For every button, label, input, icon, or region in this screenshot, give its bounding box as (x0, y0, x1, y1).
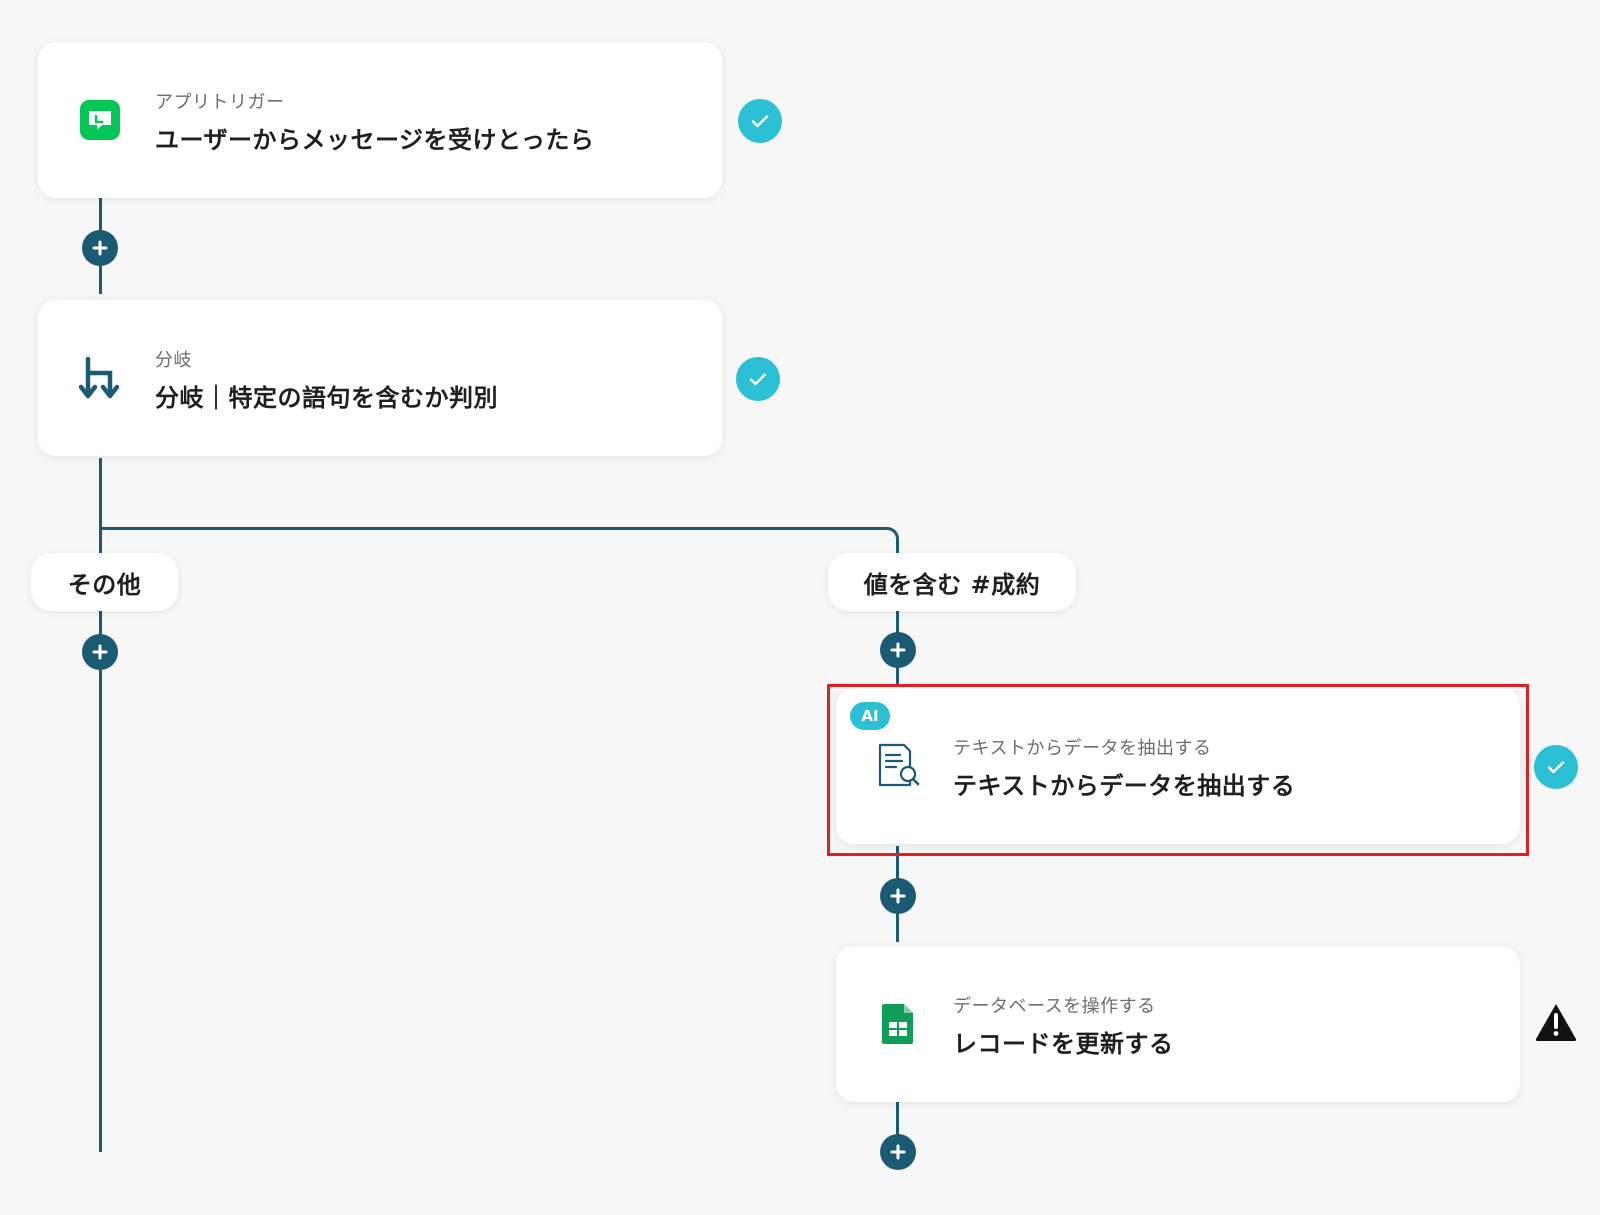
add-step-button[interactable] (880, 1134, 916, 1170)
step-title: ユーザーからメッセージを受けとったら (155, 126, 595, 154)
selection-highlight (827, 684, 1529, 856)
branch-step-card[interactable]: 分岐 分岐｜特定の語句を含むか判別 (38, 300, 722, 456)
trigger-status-check-icon (738, 99, 782, 143)
trigger-step-card[interactable]: アプリトリガー ユーザーからメッセージを受けとったら (38, 42, 722, 198)
step-category: アプリトリガー (155, 92, 285, 113)
branch-label-other[interactable]: その他 (31, 553, 178, 611)
branch-connector-line (99, 527, 883, 530)
add-step-button[interactable] (880, 878, 916, 914)
line-app-icon (76, 96, 124, 144)
branch-icon (76, 354, 124, 402)
google-sheets-icon (874, 1000, 922, 1048)
extract-status-check-icon (1534, 745, 1578, 789)
connector-line (896, 540, 899, 553)
database-step-card[interactable]: データベースを操作する レコードを更新する (836, 946, 1520, 1102)
step-title: 分岐｜特定の語句を含むか判別 (155, 384, 498, 412)
add-step-button[interactable] (880, 632, 916, 668)
step-category: データベースを操作する (953, 996, 1156, 1017)
branch-label-match[interactable]: 値を含む #成約 (828, 553, 1076, 611)
connector-line (99, 611, 102, 1152)
branch-status-check-icon (736, 357, 780, 401)
connector-line (99, 458, 102, 553)
database-warning-icon (1534, 1002, 1578, 1042)
step-category: 分岐 (155, 350, 192, 371)
add-step-button[interactable] (82, 634, 118, 670)
step-title: レコードを更新する (953, 1030, 1174, 1058)
add-step-button[interactable] (82, 230, 118, 266)
